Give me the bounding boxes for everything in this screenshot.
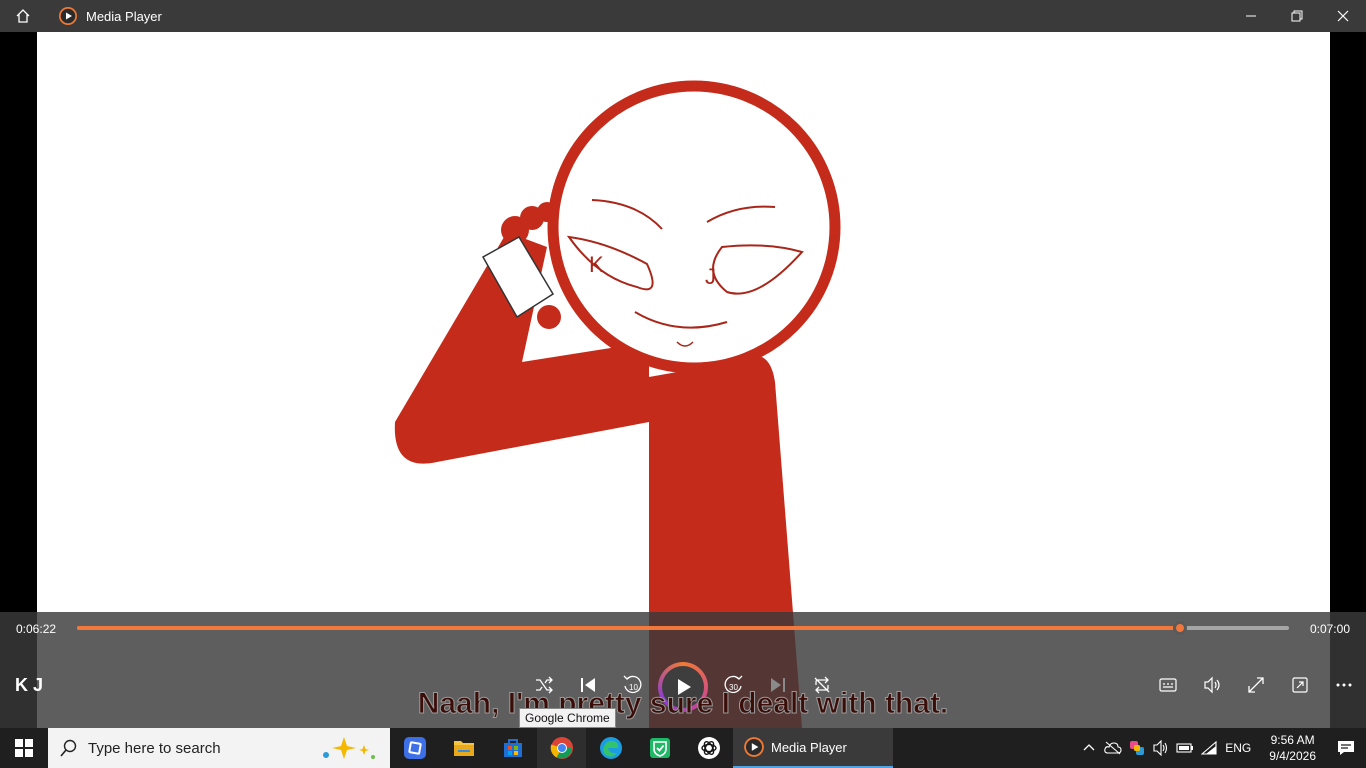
subtitle-text: Naah, I'm pretty sure I dealt with that.: [417, 687, 949, 721]
media-player-icon: [744, 737, 764, 757]
minimize-icon: [1246, 15, 1256, 17]
show-hidden-icons-button[interactable]: [1077, 728, 1101, 768]
taskbar-app-edge[interactable]: [586, 728, 635, 768]
chatgpt-icon: [697, 737, 720, 759]
current-time: 0:06:22: [16, 622, 57, 636]
file-explorer-icon: [453, 741, 474, 756]
cloud-offline-icon: [1104, 741, 1122, 755]
windows-logo-icon: [15, 739, 33, 757]
taskbar: Type here to search Media Player ENG 9:5…: [0, 728, 1366, 768]
notifications-button[interactable]: [1326, 728, 1366, 768]
restore-icon: [1291, 10, 1303, 22]
taskbar-search-box[interactable]: Type here to search: [48, 728, 390, 768]
app-store-blue-icon: [403, 737, 426, 759]
search-icon: [60, 739, 77, 757]
home-icon: [16, 9, 30, 23]
video-letter-j: J: [705, 264, 716, 289]
taskbar-app-security[interactable]: [635, 728, 684, 768]
close-icon: [1337, 10, 1349, 22]
start-button[interactable]: [0, 728, 48, 768]
clock-date: 9/4/2026: [1269, 749, 1316, 763]
clock[interactable]: 9:56 AM 9/4/2026: [1269, 732, 1316, 764]
microsoft-store-icon: [503, 739, 522, 757]
minimize-button[interactable]: [1228, 0, 1274, 32]
taskbar-app-chatgpt[interactable]: [684, 728, 733, 768]
taskbar-app-media-player[interactable]: Media Player: [733, 728, 893, 768]
battery-tray[interactable]: [1173, 728, 1197, 768]
wifi-icon: [1201, 741, 1217, 755]
taskbar-app-file-explorer[interactable]: [439, 728, 488, 768]
onedrive-tray[interactable]: [1101, 728, 1125, 768]
speaker-icon: [1153, 740, 1168, 756]
close-button[interactable]: [1320, 0, 1366, 32]
screen: Media Player K J 0:06:22 0:07:00 K J 10 …: [0, 0, 1366, 768]
language-indicator[interactable]: ENG: [1225, 741, 1251, 755]
volume-tray[interactable]: [1149, 728, 1173, 768]
copilot-tray[interactable]: [1125, 728, 1149, 768]
notification-icon: [1338, 741, 1354, 755]
search-placeholder: Type here to search: [88, 739, 221, 757]
taskbar-app-microsoft-store[interactable]: [488, 728, 537, 768]
battery-icon: [1176, 743, 1194, 753]
taskbar-app-blue[interactable]: [390, 728, 439, 768]
app-title: Media Player: [86, 8, 162, 24]
total-time: 0:07:00: [1309, 622, 1350, 636]
chrome-icon: [550, 737, 573, 759]
security-check-icon: [649, 738, 670, 758]
edge-icon: [599, 737, 622, 759]
media-player-icon: [59, 7, 77, 25]
wifi-tray[interactable]: [1197, 728, 1221, 768]
restore-button[interactable]: [1274, 0, 1320, 32]
system-tray: ENG 9:56 AM 9/4/2026: [1077, 728, 1366, 768]
seek-bar[interactable]: [77, 621, 1289, 635]
running-app-label: Media Player: [771, 739, 847, 755]
clock-time: 9:56 AM: [1270, 733, 1315, 747]
seek-bar-progress: [77, 626, 1180, 630]
title-bar: Media Player: [0, 0, 1366, 32]
taskbar-app-chrome[interactable]: [537, 728, 586, 768]
video-letter-k: K: [589, 252, 604, 277]
taskbar-tooltip: Google Chrome: [519, 708, 616, 728]
home-button[interactable]: [0, 0, 46, 32]
chevron-up-icon: [1083, 744, 1095, 751]
sparkle-icon: [323, 737, 375, 759]
seek-bar-thumb[interactable]: [1172, 621, 1187, 635]
colorful-app-icon: [1130, 741, 1145, 755]
